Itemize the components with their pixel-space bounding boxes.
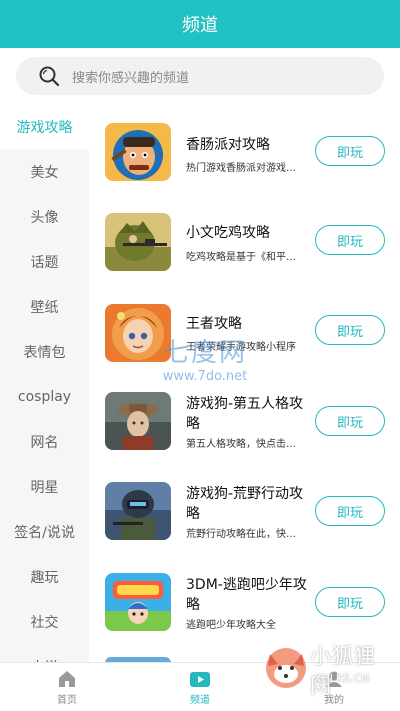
play-button[interactable]: 即玩 xyxy=(315,136,385,166)
home-icon xyxy=(59,671,75,687)
tab-home-label: 首页 xyxy=(57,695,77,706)
sidebar-item-avatar[interactable]: 头像 xyxy=(0,194,89,239)
channel-description: 热门游戏香肠派对游戏… xyxy=(186,163,296,174)
channel-title: 游戏狗-第五人格攻略 xyxy=(186,396,304,432)
tab-channel[interactable]: 频道 xyxy=(160,663,240,711)
tab-profile[interactable]: 我的 xyxy=(294,663,374,711)
sidebar-item-stickers[interactable]: 表情包 xyxy=(0,329,89,374)
channel-description: 荒野行动攻略在此，快… xyxy=(186,529,296,540)
channel-tv-icon xyxy=(190,672,210,687)
sausage-party-thumbnail xyxy=(105,123,171,181)
sidebar-item-novels[interactable]: 小说 xyxy=(0,644,89,663)
list-item[interactable]: 3DM-逃跑吧少年攻略 逃跑吧少年攻略大全 即玩 xyxy=(89,569,400,639)
search-bar-area: 搜索你感兴趣的频道 xyxy=(0,48,400,104)
play-button[interactable]: 即玩 xyxy=(315,225,385,255)
list-item[interactable]: 香肠派对攻略 热门游戏香肠派对游戏… 即玩 xyxy=(89,119,400,189)
knives-out-thumbnail xyxy=(105,482,171,540)
search-placeholder: 搜索你感兴趣的频道 xyxy=(72,70,190,86)
channel-description: 吃鸡攻略是基于《和平… xyxy=(186,252,296,263)
play-button[interactable]: 即玩 xyxy=(315,406,385,436)
channel-title: 王者攻略 xyxy=(186,316,242,332)
channel-title: 小文吃鸡攻略 xyxy=(186,225,270,241)
play-button[interactable]: 即玩 xyxy=(315,496,385,526)
list-item[interactable]: 小文吃鸡攻略 吃鸡攻略是基于《和平… 即玩 xyxy=(89,209,400,279)
tab-profile-label: 我的 xyxy=(324,695,344,706)
sidebar-item-game-guides[interactable]: 游戏攻略 xyxy=(0,104,89,149)
channel-description: 第五人格攻略，快点击… xyxy=(186,439,296,450)
search-input[interactable]: 搜索你感兴趣的频道 xyxy=(16,57,384,95)
channel-description: 逃跑吧少年攻略大全 xyxy=(186,620,276,631)
list-item[interactable]: 游戏狗-荒野行动攻略 荒野行动攻略在此，快… 即玩 xyxy=(89,478,400,548)
identity-v-thumbnail xyxy=(105,392,171,450)
play-button[interactable]: 即玩 xyxy=(315,315,385,345)
profile-icon xyxy=(326,671,342,687)
sidebar-item-fun[interactable]: 趣玩 xyxy=(0,554,89,599)
sidebar-item-nicknames[interactable]: 网名 xyxy=(0,419,89,464)
page-title: 频道 xyxy=(182,15,218,36)
tab-home[interactable]: 首页 xyxy=(27,663,107,711)
pubg-sniper-thumbnail xyxy=(105,213,171,271)
channel-title: 3DM-逃跑吧少年攻略 xyxy=(186,577,307,613)
bottom-tab-bar: 首页 频道 我的 xyxy=(0,662,400,711)
channel-list: 香肠派对攻略 热门游戏香肠派对游戏… 即玩 小文吃鸡攻略 吃鸡攻略是基于《和平…… xyxy=(89,104,400,662)
sidebar-item-wallpaper[interactable]: 壁纸 xyxy=(0,284,89,329)
sidebar-item-social[interactable]: 社交 xyxy=(0,599,89,644)
sidebar-item-beauty[interactable]: 美女 xyxy=(0,149,89,194)
sidebar-item-signatures[interactable]: 签名/说说 xyxy=(0,509,89,554)
channel-title: 香肠派对攻略 xyxy=(186,137,270,153)
channel-title: 游戏狗-荒野行动攻略 xyxy=(186,486,304,522)
sidebar-item-celebrities[interactable]: 明星 xyxy=(0,464,89,509)
play-button[interactable]: 即玩 xyxy=(315,587,385,617)
list-item[interactable]: 游戏狗-第五人格攻略 第五人格攻略，快点击… 即玩 xyxy=(89,388,400,458)
honor-of-kings-thumbnail xyxy=(105,304,171,362)
escape-boy-thumbnail xyxy=(105,573,171,631)
sidebar-item-topics[interactable]: 话题 xyxy=(0,239,89,284)
search-icon xyxy=(39,66,60,87)
sidebar-item-cosplay[interactable]: cosplay xyxy=(0,374,89,419)
list-item[interactable]: 王者攻略 王者荣耀手游攻略小程序 即玩 xyxy=(89,300,400,370)
channel-category-sidebar: 游戏攻略 美女 头像 话题 壁纸 表情包 cosplay 网名 明星 签名/说说… xyxy=(0,104,89,662)
app-header: 频道 xyxy=(0,0,400,48)
tab-channel-label: 频道 xyxy=(190,695,210,706)
channel-description: 王者荣耀手游攻略小程序 xyxy=(186,342,296,353)
